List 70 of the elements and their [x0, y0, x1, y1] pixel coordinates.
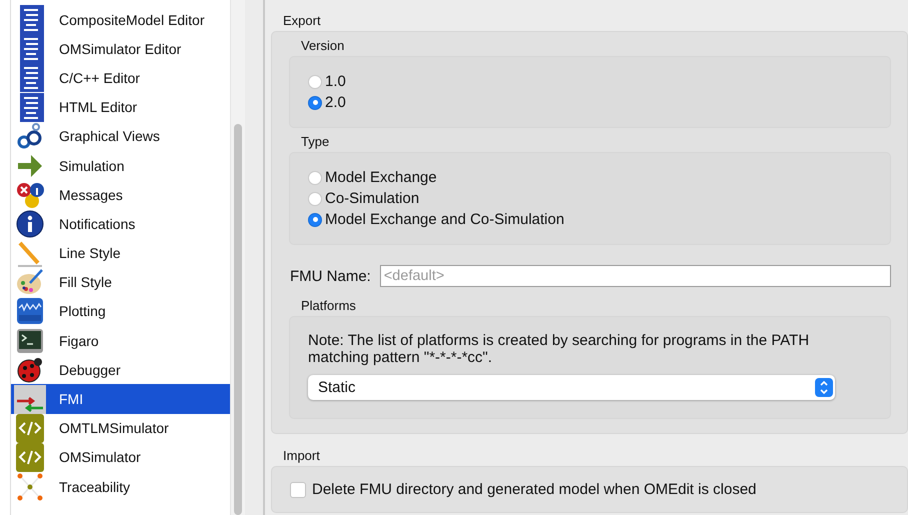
radio-button[interactable]	[308, 96, 322, 110]
code-icon	[16, 414, 44, 443]
item-label: OMSimulator	[59, 449, 141, 466]
item-label: Line Style	[59, 245, 120, 262]
option-label: 1.0	[325, 73, 346, 90]
ladybug-icon	[16, 356, 44, 384]
gears-icon	[16, 122, 44, 150]
item-label: Debugger	[59, 362, 120, 378]
sidebar-item[interactable]: CompositeModel Editor	[11, 5, 230, 34]
radio-button[interactable]	[308, 74, 322, 88]
code-icon	[16, 442, 44, 472]
item-label: Messages	[59, 186, 123, 203]
field-label: FMU Name:	[290, 268, 371, 284]
item-label: Graphical Views	[59, 128, 160, 144]
sidebar-item[interactable]: OMSimulator	[11, 442, 230, 472]
item-label: HTML Editor	[59, 99, 138, 116]
option-label: Model Exchange and Co-Simulation	[325, 211, 564, 228]
item-label: Fill Style	[59, 274, 112, 290]
sidebar-item[interactable]: Simulation	[11, 150, 230, 180]
option-label: Model Exchange	[325, 169, 437, 186]
checkbox[interactable]	[290, 482, 306, 498]
item-label: Notifications	[59, 216, 136, 232]
item-label: Figaro	[59, 332, 99, 349]
group-title: Version	[301, 38, 344, 53]
sidebar-item[interactable]: Debugger	[11, 355, 230, 384]
sidebar-item[interactable]: Messages	[11, 180, 230, 210]
fmu-name-field[interactable]: <default>	[380, 265, 891, 287]
scrollbar[interactable]	[230, 0, 245, 515]
terminal-icon	[16, 326, 44, 355]
option-label: 2.0	[325, 94, 346, 111]
sidebar-item[interactable]: Line Style	[11, 238, 230, 268]
info-icon	[16, 210, 44, 238]
item-label: CompositeModel Editor	[59, 12, 205, 28]
group-title: Type	[301, 134, 330, 149]
item-label: Plotting	[59, 303, 106, 320]
note-text: Note: The list of platforms is created by searching for programs in the PATH matching pattern "*-*-*-*cc".	[308, 332, 810, 366]
item-label: Traceability	[59, 478, 130, 495]
group-title: Platforms	[301, 298, 356, 313]
item-label: FMI	[59, 391, 84, 408]
item-label: Simulation	[59, 158, 124, 174]
palette-icon	[16, 268, 44, 296]
item-label: OMSimulator Editor	[59, 40, 182, 57]
option-label: Delete FMU directory and generated model when OMEdit is closed	[312, 481, 756, 498]
sidebar-item[interactable]: Fill Style	[11, 268, 230, 297]
item-label: C/C++ Editor	[59, 70, 140, 86]
item-label: OMTLMSimulator	[59, 420, 169, 436]
pencil-icon	[16, 239, 44, 268]
transfer-arrows-icon	[14, 384, 46, 414]
section-title: Export	[283, 13, 321, 28]
splitter[interactable]	[245, 0, 264, 515]
network-icon	[16, 472, 44, 501]
sidebar-item[interactable]: HTML Editor	[11, 92, 230, 122]
sidebar-item[interactable]: Graphical Views	[11, 122, 230, 151]
sidebar-item[interactable]: OMSimulator Editor	[11, 34, 230, 64]
radio-button[interactable]	[308, 170, 322, 184]
sidebar-item[interactable]: FMI	[11, 384, 230, 414]
option-label: Co-Simulation	[325, 190, 420, 207]
sidebar-item[interactable]: C/C++ Editor	[11, 63, 230, 93]
stepper-icon	[815, 378, 833, 397]
plot-icon	[16, 297, 44, 326]
sidebar-item[interactable]: Notifications	[11, 209, 230, 238]
section-title: Import	[283, 448, 320, 463]
platform-dropdown[interactable]: Static	[308, 375, 835, 400]
sidebar-item[interactable]: Plotting	[11, 296, 230, 326]
radio-button[interactable]	[308, 192, 322, 206]
sidebar-item[interactable]: Figaro	[11, 326, 230, 356]
messages-icon	[16, 180, 44, 209]
sidebar-item[interactable]: Traceability	[11, 472, 230, 502]
radio-button[interactable]	[308, 212, 322, 226]
sidebar-item[interactable]: OMTLMSimulator	[11, 414, 230, 443]
